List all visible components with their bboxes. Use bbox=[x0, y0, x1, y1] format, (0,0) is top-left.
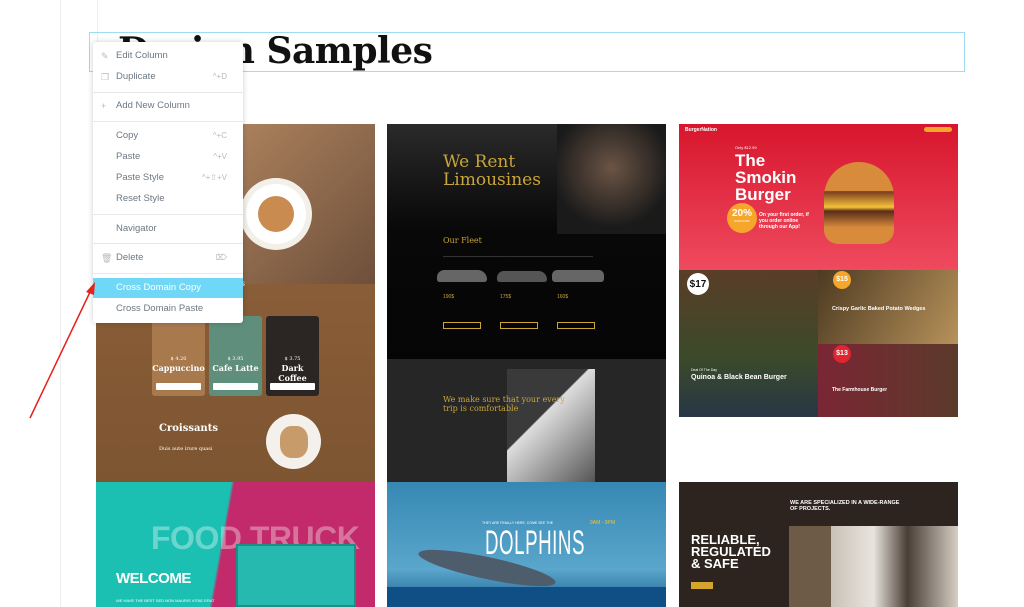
annotation-arrow bbox=[29, 282, 95, 419]
